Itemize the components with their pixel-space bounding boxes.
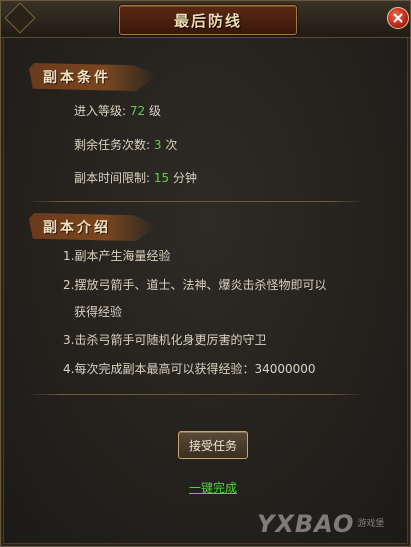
watermark-site: 游戏堡 — [357, 519, 384, 530]
watermark-site-label: 游戏堡 — [357, 518, 385, 529]
title-plaque: 最后防线 — [119, 5, 297, 35]
close-icon — [393, 13, 403, 23]
remaining-row: 剩余任务次数: 3 次 — [74, 136, 177, 153]
time-value: 15 — [153, 171, 170, 185]
time-row: 副本时间限制: 15 分钟 — [74, 169, 197, 186]
one-key-complete-link[interactable]: 一键完成 — [189, 479, 237, 496]
level-label: 进入等级: — [74, 104, 127, 118]
level-row: 进入等级: 72 级 — [74, 102, 161, 119]
remaining-value: 3 — [153, 138, 162, 152]
intro-line: 4.每次完成副本最高可以获得经验：34000000 — [63, 362, 316, 376]
close-button[interactable] — [387, 7, 409, 29]
intro-header: 副本介绍 — [29, 213, 157, 241]
intro-line: 2.摆放弓箭手、道士、法神、爆炎击杀怪物即可以 — [63, 278, 327, 292]
window-title: 最后防线 — [173, 11, 242, 30]
section-divider — [27, 201, 365, 202]
dungeon-dialog: 最后防线 副本条件 进入等级: 72 级 剩余任务次数: 3 次 副本时间限制:… — [0, 0, 411, 547]
accept-quest-button[interactable]: 接受任务 — [178, 431, 248, 459]
remaining-label: 剩余任务次数: — [74, 138, 151, 152]
level-unit: 级 — [148, 104, 161, 118]
intro-header-label: 副本介绍 — [43, 220, 111, 236]
watermark-brand: YXBAO — [257, 510, 355, 538]
level-value: 72 — [129, 104, 146, 118]
time-unit: 分钟 — [172, 171, 197, 185]
conditions-header-label: 副本条件 — [43, 70, 111, 86]
intro-line: 获得经验 — [74, 305, 123, 319]
title-bar: 最后防线 — [1, 1, 410, 38]
intro-line: 3.击杀弓箭手可随机化身更厉害的守卫 — [63, 333, 267, 347]
remaining-unit: 次 — [165, 138, 178, 152]
time-label: 副本时间限制: — [74, 171, 151, 185]
section-divider — [27, 394, 365, 395]
intro-line: 1.副本产生海量经验 — [63, 249, 171, 263]
corner-ornament-icon — [4, 2, 36, 34]
watermark-logo: YXBAO 游戏堡 — [257, 505, 407, 543]
conditions-header: 副本条件 — [29, 63, 157, 91]
